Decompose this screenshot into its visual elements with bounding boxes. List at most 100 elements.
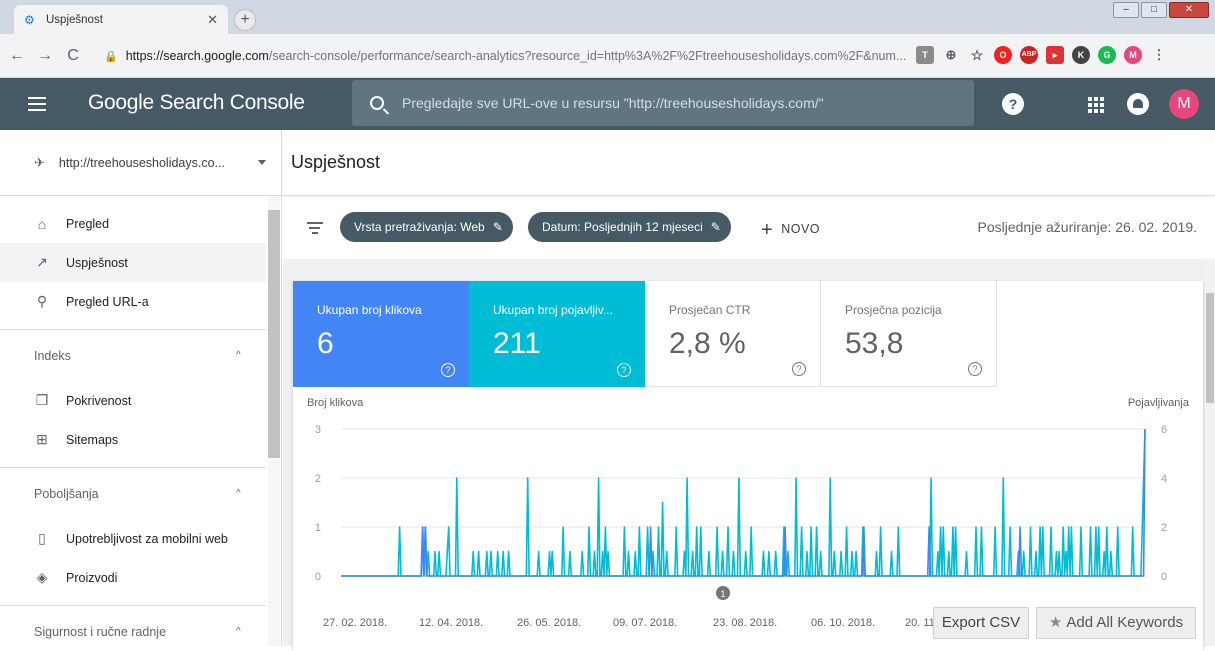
y-tick-right: 4 [1161,473,1167,485]
browser-tab[interactable]: ⚙ Uspješnost ✕ [14,5,228,34]
metric-label: Ukupan broj klikova [317,303,422,317]
sidebar-nav: ⌂ Pregled ↗ Uspješnost ⚲ Pregled URL-a I… [0,204,266,646]
annotation-label: 1 [720,589,725,599]
sidebar-item-sitemaps[interactable]: ⊞ Sitemaps [0,420,266,459]
property-selector[interactable]: ✈ http://treehousesholidays.co... [0,130,281,196]
url-host: https://search.google.com [125,49,269,63]
series-impressions-line [341,428,1146,577]
sidebar-item-mobile-usability[interactable]: ▯ Upotrebljivost za mobilni web [0,519,266,558]
y-tick-left: 2 [315,473,321,485]
sidebar-item-label: Proizvodi [66,570,118,585]
browser-tab-bar: ⚙ Uspješnost ✕ + – □ ✕ [0,0,1215,34]
help-icon[interactable]: ? [1002,93,1024,115]
app-header: Google Search Console ? M [0,78,1215,130]
scrollbar-thumb[interactable] [268,210,280,458]
translate-icon[interactable]: T [916,46,934,64]
forward-icon[interactable]: → [34,47,56,65]
chevron-up-icon: ^ [236,350,241,361]
chevron-up-icon: ^ [236,626,241,637]
url-inspection-search[interactable] [352,80,974,126]
reload-icon[interactable]: C [62,47,84,65]
main-scrollbar[interactable] [1205,259,1215,646]
property-name: http://treehousesholidays.co... [58,155,225,170]
metric-label: Prosječan CTR [669,303,751,317]
export-csv-button[interactable]: Export CSV [933,607,1029,639]
sidebar-section-index[interactable]: Indeks ^ [0,329,266,381]
sidebar-item-coverage[interactable]: ❐ Pokrivenost [0,381,266,420]
sidebar-section-security[interactable]: Sigurnost i ručne radnje ^ [0,605,266,646]
sidebar-item-url-inspection[interactable]: ⚲ Pregled URL-a [0,282,266,321]
hamburger-menu-icon[interactable] [28,93,46,113]
window-controls: – □ ✕ [1113,2,1209,18]
back-icon[interactable]: ← [6,47,28,65]
opera-icon[interactable]: O [994,46,1012,64]
sidebar-item-label: Uspješnost [66,255,128,270]
new-filter-button[interactable]: + NOVO [761,219,820,242]
minimize-button[interactable]: – [1113,2,1139,18]
sidebar-item-label: Sitemaps [66,432,119,447]
zoom-icon[interactable]: ⊕ [942,46,960,64]
profile-icon[interactable]: M [1124,46,1142,64]
annotation-marker[interactable]: 1 [716,586,730,600]
add-all-keywords-button[interactable]: ★ Add All Keywords [1036,607,1196,639]
x-tick-label: 09. 07. 2018. [613,617,677,629]
y-tick-left: 0 [315,571,321,583]
sidebar-item-products[interactable]: ◈ Proizvodi [0,558,266,597]
notifications-icon[interactable] [1127,93,1149,115]
grammarly-icon[interactable]: G [1098,46,1116,64]
sidebar-scrollbar[interactable] [268,196,280,646]
chip-label: Datum: Posljednjih 12 mjeseci [542,220,703,234]
filter-chip-date[interactable]: Datum: Posljednjih 12 mjeseci ✎ [528,212,731,242]
metric-value: 211 [493,327,541,360]
help-circle-icon[interactable]: ? [617,363,631,377]
chevron-up-icon: ^ [236,488,241,499]
apps-grid-icon[interactable] [1084,93,1106,115]
add-keywords-label: Add All Keywords [1066,614,1184,631]
filter-chip-search-type[interactable]: Vrsta pretraživanja: Web ✎ [340,212,513,242]
phone-icon: ▯ [38,530,46,546]
bookmark-star-icon[interactable]: ☆ [968,46,986,64]
performance-card: Ukupan broj klikova 6 ? Ukupan broj poja… [293,281,1203,651]
y-tick-left: 1 [315,522,321,534]
y-axis-right-label: Pojavljivanja [1128,397,1190,409]
new-tab-button[interactable]: + [234,9,256,31]
x-tick-label: 23. 08. 2018. [713,617,777,629]
metric-value: 6 [317,327,334,360]
adblock-icon[interactable]: ABP [1020,46,1038,64]
chevron-down-icon [258,160,266,165]
property-icon: ✈ [34,154,45,170]
y-tick-right: 2 [1161,522,1167,534]
metric-impressions[interactable]: Ukupan broj pojavljiv... 211 ? [469,281,645,387]
avatar[interactable]: M [1169,89,1199,119]
help-circle-icon[interactable]: ? [441,363,455,377]
search-input[interactable] [402,95,962,111]
help-circle-icon[interactable]: ? [968,362,982,376]
metric-label: Prosječna pozicija [845,303,942,317]
maximize-button[interactable]: □ [1141,2,1167,18]
x-tick-label: 06. 10. 2018. [811,617,875,629]
scrollbar-thumb[interactable] [1206,293,1214,403]
tab-close-icon[interactable]: ✕ [207,12,218,28]
extension-icons: T ⊕ ☆ O ABP ▸ K G M ⋮ [916,46,1168,64]
help-circle-icon[interactable]: ? [792,362,806,376]
metric-value: 53,8 [845,327,904,360]
extension-play-icon[interactable]: ▸ [1046,46,1064,64]
url-field[interactable]: 🔒 https://search.google.com /search-cons… [104,42,912,70]
metric-clicks[interactable]: Ukupan broj klikova 6 ? [293,281,469,387]
metric-ctr[interactable]: Prosječan CTR 2,8 % ? [645,281,821,387]
sidebar-item-overview[interactable]: ⌂ Pregled [0,204,266,243]
browser-menu-icon[interactable]: ⋮ [1150,46,1168,64]
search-icon [370,96,384,110]
sidebar-item-performance[interactable]: ↗ Uspješnost [0,243,266,282]
brand-logo[interactable]: Google Search Console [88,91,305,115]
metric-position[interactable]: Prosječna pozicija 53,8 ? [821,281,997,387]
address-bar: ← → C 🔒 https://search.google.com /searc… [0,34,1215,78]
search-icon: ⚲ [36,293,48,309]
filter-icon[interactable] [307,222,323,234]
sidebar-section-improvements[interactable]: Poboljšanja ^ [0,467,266,519]
close-window-button[interactable]: ✕ [1169,2,1209,18]
extension-k-icon[interactable]: K [1072,46,1090,64]
copy-icon: ❐ [35,392,49,408]
last-updated: Posljednje ažuriranje: 26. 02. 2019. [977,219,1197,235]
y-tick-right: 6 [1161,424,1167,436]
